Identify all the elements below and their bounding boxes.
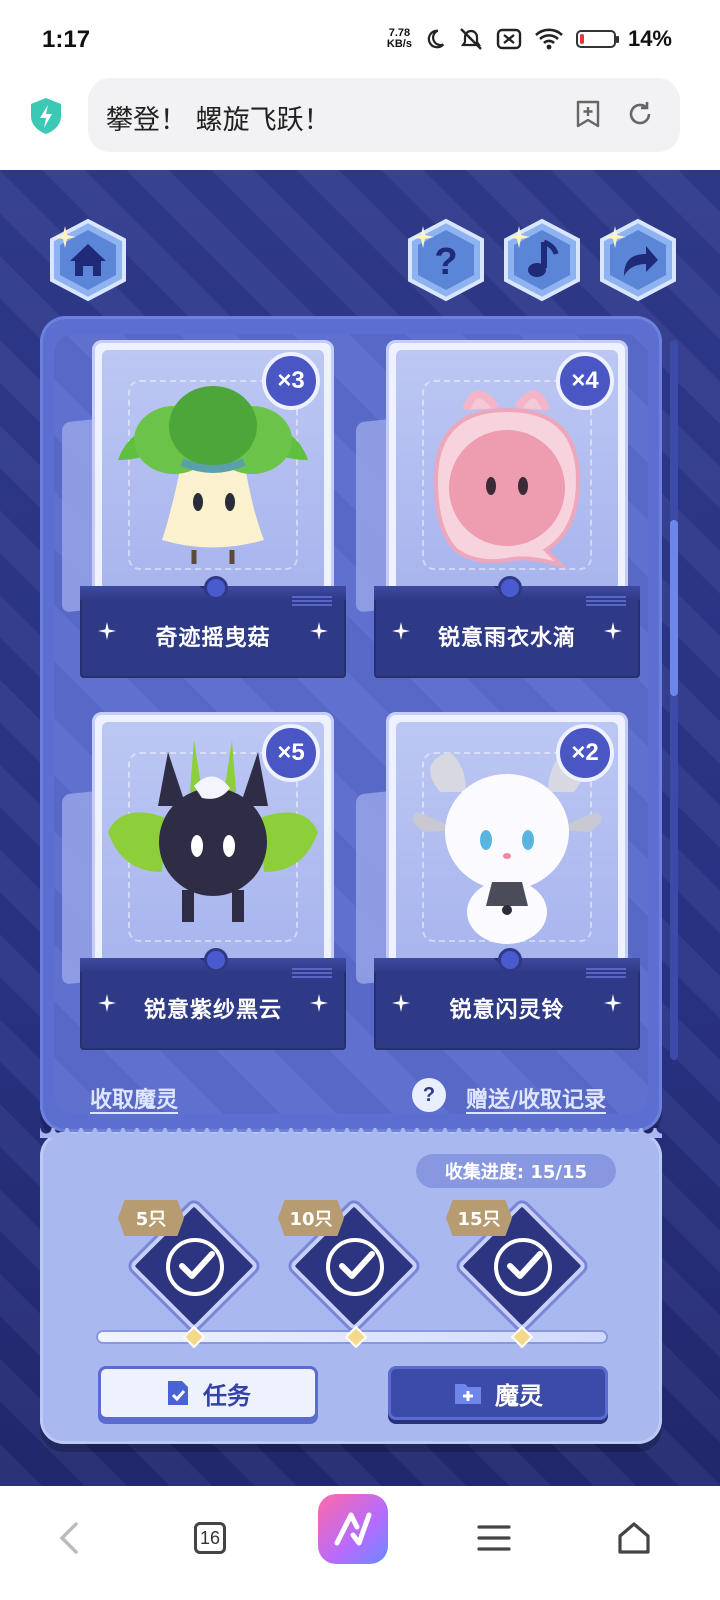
spirit-name: 锐意闪灵铃 xyxy=(449,998,565,1023)
menu-button[interactable] xyxy=(464,1508,524,1568)
spirit-card[interactable]: ×3 奇迹摇曳菇 xyxy=(62,340,346,680)
collect-spirit-link[interactable]: 收取魔灵 xyxy=(90,1082,178,1114)
collection-progress-panel: 收集进度: 15/15 5只 10只 15只 任务 魔灵 xyxy=(40,1128,662,1444)
browser-toolbar: 攀登！ 螺旋飞跃！ xyxy=(0,78,720,170)
moon-icon xyxy=(427,29,445,49)
star-icon xyxy=(604,994,622,1012)
ai-logo-icon xyxy=(334,1512,372,1546)
home-nav-button[interactable] xyxy=(604,1508,664,1568)
page-title[interactable]: 攀登！ 螺旋飞跃！ xyxy=(106,98,331,137)
card-frame: ×4 xyxy=(386,340,628,600)
plate-dot xyxy=(498,948,522,972)
add-bookmark-icon[interactable] xyxy=(572,98,604,130)
back-arrow-icon xyxy=(59,1522,78,1554)
spirit-card[interactable]: ×2 锐意闪灵铃 xyxy=(356,712,640,1052)
count-badge: ×5 xyxy=(262,724,320,782)
gift-history-link[interactable]: 赠送/收取记录 xyxy=(466,1082,606,1114)
help-circle-icon[interactable]: ? xyxy=(412,1078,446,1112)
task-button[interactable]: 任务 xyxy=(98,1366,318,1420)
refresh-icon[interactable] xyxy=(624,98,656,130)
spirit-card[interactable]: ×5 锐意紫纱黑云 xyxy=(62,712,346,1052)
status-time: 1:17 xyxy=(42,26,91,53)
scrollbar-thumb[interactable] xyxy=(670,520,678,696)
scrollbar[interactable] xyxy=(670,340,678,1060)
app-logo-button[interactable] xyxy=(318,1494,388,1564)
sparkle-icon xyxy=(604,226,626,248)
spirit-name: 锐意雨衣水滴 xyxy=(437,626,576,651)
spirit-name: 锐意紫纱黑云 xyxy=(143,998,282,1023)
svg-text:?: ? xyxy=(434,241,457,283)
sparkle-icon xyxy=(412,226,434,248)
net-speed: 7.78 KB/s xyxy=(386,27,412,50)
folder-add-icon xyxy=(455,1384,481,1404)
milestone-tag: 10只 xyxy=(278,1200,344,1236)
no-sim-icon xyxy=(496,28,522,50)
spirit-card[interactable]: ×4 锐意雨衣水滴 xyxy=(356,340,640,680)
milestone-reward[interactable]: 15只 xyxy=(446,1200,588,1336)
check-icon xyxy=(326,1238,384,1296)
home-outline-icon xyxy=(618,1522,650,1554)
task-button-label: 任务 xyxy=(203,1381,251,1410)
battery-percent: 14% xyxy=(627,26,672,51)
count-badge: ×3 xyxy=(262,352,320,410)
shield-icon[interactable] xyxy=(28,96,64,136)
menu-icon xyxy=(477,1525,511,1551)
name-plate: 锐意紫纱黑云 xyxy=(80,948,346,1050)
battery-icon xyxy=(575,30,619,48)
count-badge: ×2 xyxy=(556,724,614,782)
spirit-name: 奇迹摇曳菇 xyxy=(155,626,271,651)
milestone-reward[interactable]: 10只 xyxy=(278,1200,420,1336)
name-plate: 奇迹摇曳菇 xyxy=(80,576,346,678)
plate-dot xyxy=(204,576,228,600)
battery-level xyxy=(579,34,585,44)
star-icon xyxy=(604,622,622,640)
sparkle-icon xyxy=(54,226,76,248)
milestone-reward[interactable]: 5只 xyxy=(118,1200,260,1336)
milestone-tag: 5只 xyxy=(118,1200,184,1236)
plate-dot xyxy=(498,576,522,600)
card-frame: ×3 xyxy=(92,340,334,600)
plate-dot xyxy=(204,948,228,972)
name-plate: 锐意雨衣水滴 xyxy=(374,576,640,678)
status-icons: 7.78 KB/s 14% xyxy=(387,26,672,52)
game-canvas: ? ×3 奇迹摇曳菇 ×4 锐意雨衣水滴 ×5 锐意紫纱黑云 ×2 锐意闪灵铃 … xyxy=(0,170,720,1486)
card-frame: ×5 xyxy=(92,712,334,972)
address-bar[interactable]: 攀登！ 螺旋飞跃！ xyxy=(88,78,680,152)
back-button[interactable] xyxy=(40,1508,100,1568)
plate-stripes xyxy=(586,968,626,978)
check-icon xyxy=(494,1238,552,1296)
star-icon xyxy=(310,994,328,1012)
milestone-tag: 15只 xyxy=(446,1200,512,1236)
sparkle-icon xyxy=(508,226,530,248)
progress-label: 收集进度: 15/15 xyxy=(416,1154,616,1188)
check-icon xyxy=(166,1238,224,1296)
tab-count: 16 xyxy=(194,1522,226,1554)
count-badge: ×4 xyxy=(556,352,614,410)
spirit-button-label: 魔灵 xyxy=(495,1381,543,1410)
browser-nav-bar: 16 xyxy=(0,1486,720,1600)
card-frame: ×2 xyxy=(386,712,628,972)
plate-stripes xyxy=(586,596,626,606)
plate-stripes xyxy=(292,968,332,978)
tabs-button[interactable]: 16 xyxy=(180,1508,240,1568)
spirit-button[interactable]: 魔灵 xyxy=(388,1366,608,1420)
star-icon xyxy=(310,622,328,640)
name-plate: 锐意闪灵铃 xyxy=(374,948,640,1050)
status-bar: 1:17 7.78 KB/s 14% xyxy=(0,0,720,78)
plate-stripes xyxy=(292,596,332,606)
mute-icon xyxy=(460,28,482,50)
wifi-icon xyxy=(535,28,563,50)
document-icon xyxy=(168,1381,188,1405)
